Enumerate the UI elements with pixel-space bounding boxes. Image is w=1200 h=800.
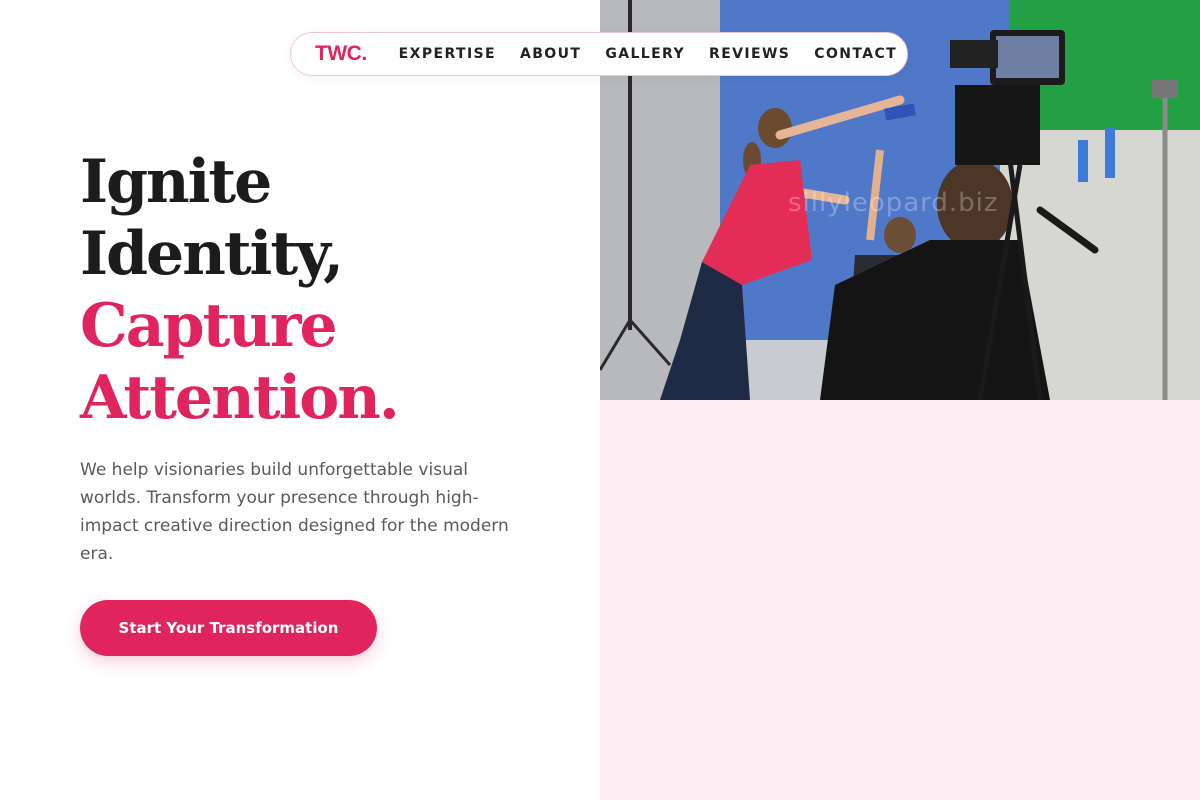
nav-links: EXPERTISE ABOUT GALLERY REVIEWS CONTACT <box>399 46 897 62</box>
headline-line-capture: Capture <box>80 291 338 361</box>
nav-link-reviews[interactable]: REVIEWS <box>709 46 790 62</box>
nav-link-gallery[interactable]: GALLERY <box>605 46 685 62</box>
image-watermark: sillyleopard.biz <box>788 188 999 218</box>
brand-logo[interactable]: TWC. <box>315 42 367 66</box>
start-transformation-button[interactable]: Start Your Transformation <box>80 600 377 656</box>
headline-line-identity: Identity, <box>80 219 344 289</box>
hero-headline: Ignite Identity, Capture Attention. <box>80 146 400 434</box>
nav-link-contact[interactable]: CONTACT <box>814 46 897 62</box>
headline-line-ignite: Ignite <box>80 147 272 217</box>
hero-description: We help visionaries build unforgettable … <box>80 460 509 564</box>
main-navigation: TWC. EXPERTISE ABOUT GALLERY REVIEWS CON… <box>290 32 908 76</box>
nav-link-expertise[interactable]: EXPERTISE <box>399 46 496 62</box>
nav-link-about[interactable]: ABOUT <box>520 46 581 62</box>
headline-line-attention: Attention. <box>80 363 400 433</box>
